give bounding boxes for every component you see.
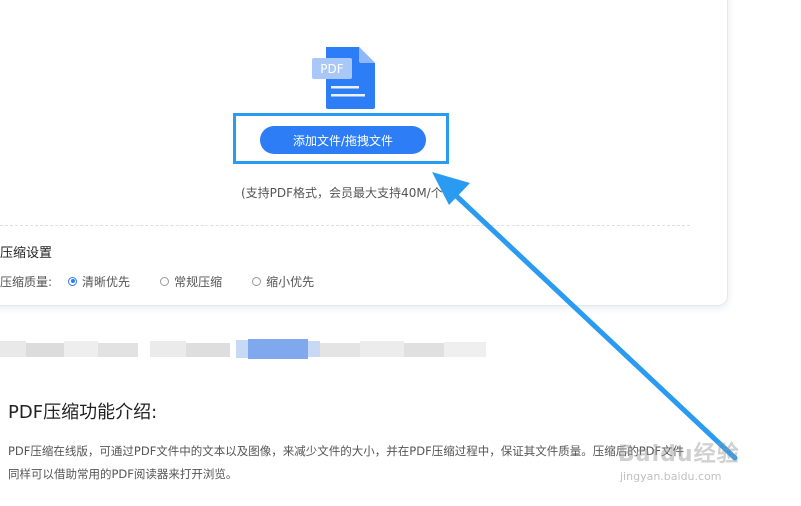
radio-unchecked-icon[interactable]: [160, 276, 170, 286]
pdf-file-icon: PDF: [312, 47, 375, 109]
watermark-brand: Baidu经验: [618, 442, 740, 467]
baidu-jingyan-watermark: Baidu经验 jingyan.baidu.com: [616, 436, 786, 496]
section-divider: [0, 225, 690, 226]
pdf-icon-label: PDF: [320, 62, 343, 76]
quality-option-normal[interactable]: 常规压缩: [160, 273, 222, 290]
support-format-text: (支持PDF格式，会员最大支持40M/个: [241, 186, 443, 200]
add-file-button[interactable]: 添加文件/拖拽文件: [260, 126, 426, 154]
quality-option-label: 常规压缩: [174, 274, 223, 289]
blurred-content-strip: [0, 339, 486, 359]
watermark-url: jingyan.baidu.com: [620, 470, 722, 483]
quality-option-label: 清晰优先: [82, 274, 131, 289]
quality-option-label: 缩小优先: [266, 274, 315, 289]
radio-unchecked-icon[interactable]: [252, 276, 262, 286]
compression-settings-title: 压缩设置: [0, 246, 53, 261]
intro-title: PDF压缩功能介绍:: [8, 402, 158, 423]
quality-label: 压缩质量:: [0, 274, 53, 289]
radio-checked-icon[interactable]: [68, 276, 78, 286]
quality-option-smaller[interactable]: 缩小优先: [252, 273, 314, 290]
quality-option-clear[interactable]: 清晰优先: [68, 273, 130, 290]
compression-quality-row: 压缩质量: 清晰优先 常规压缩 缩小优先: [0, 272, 314, 290]
